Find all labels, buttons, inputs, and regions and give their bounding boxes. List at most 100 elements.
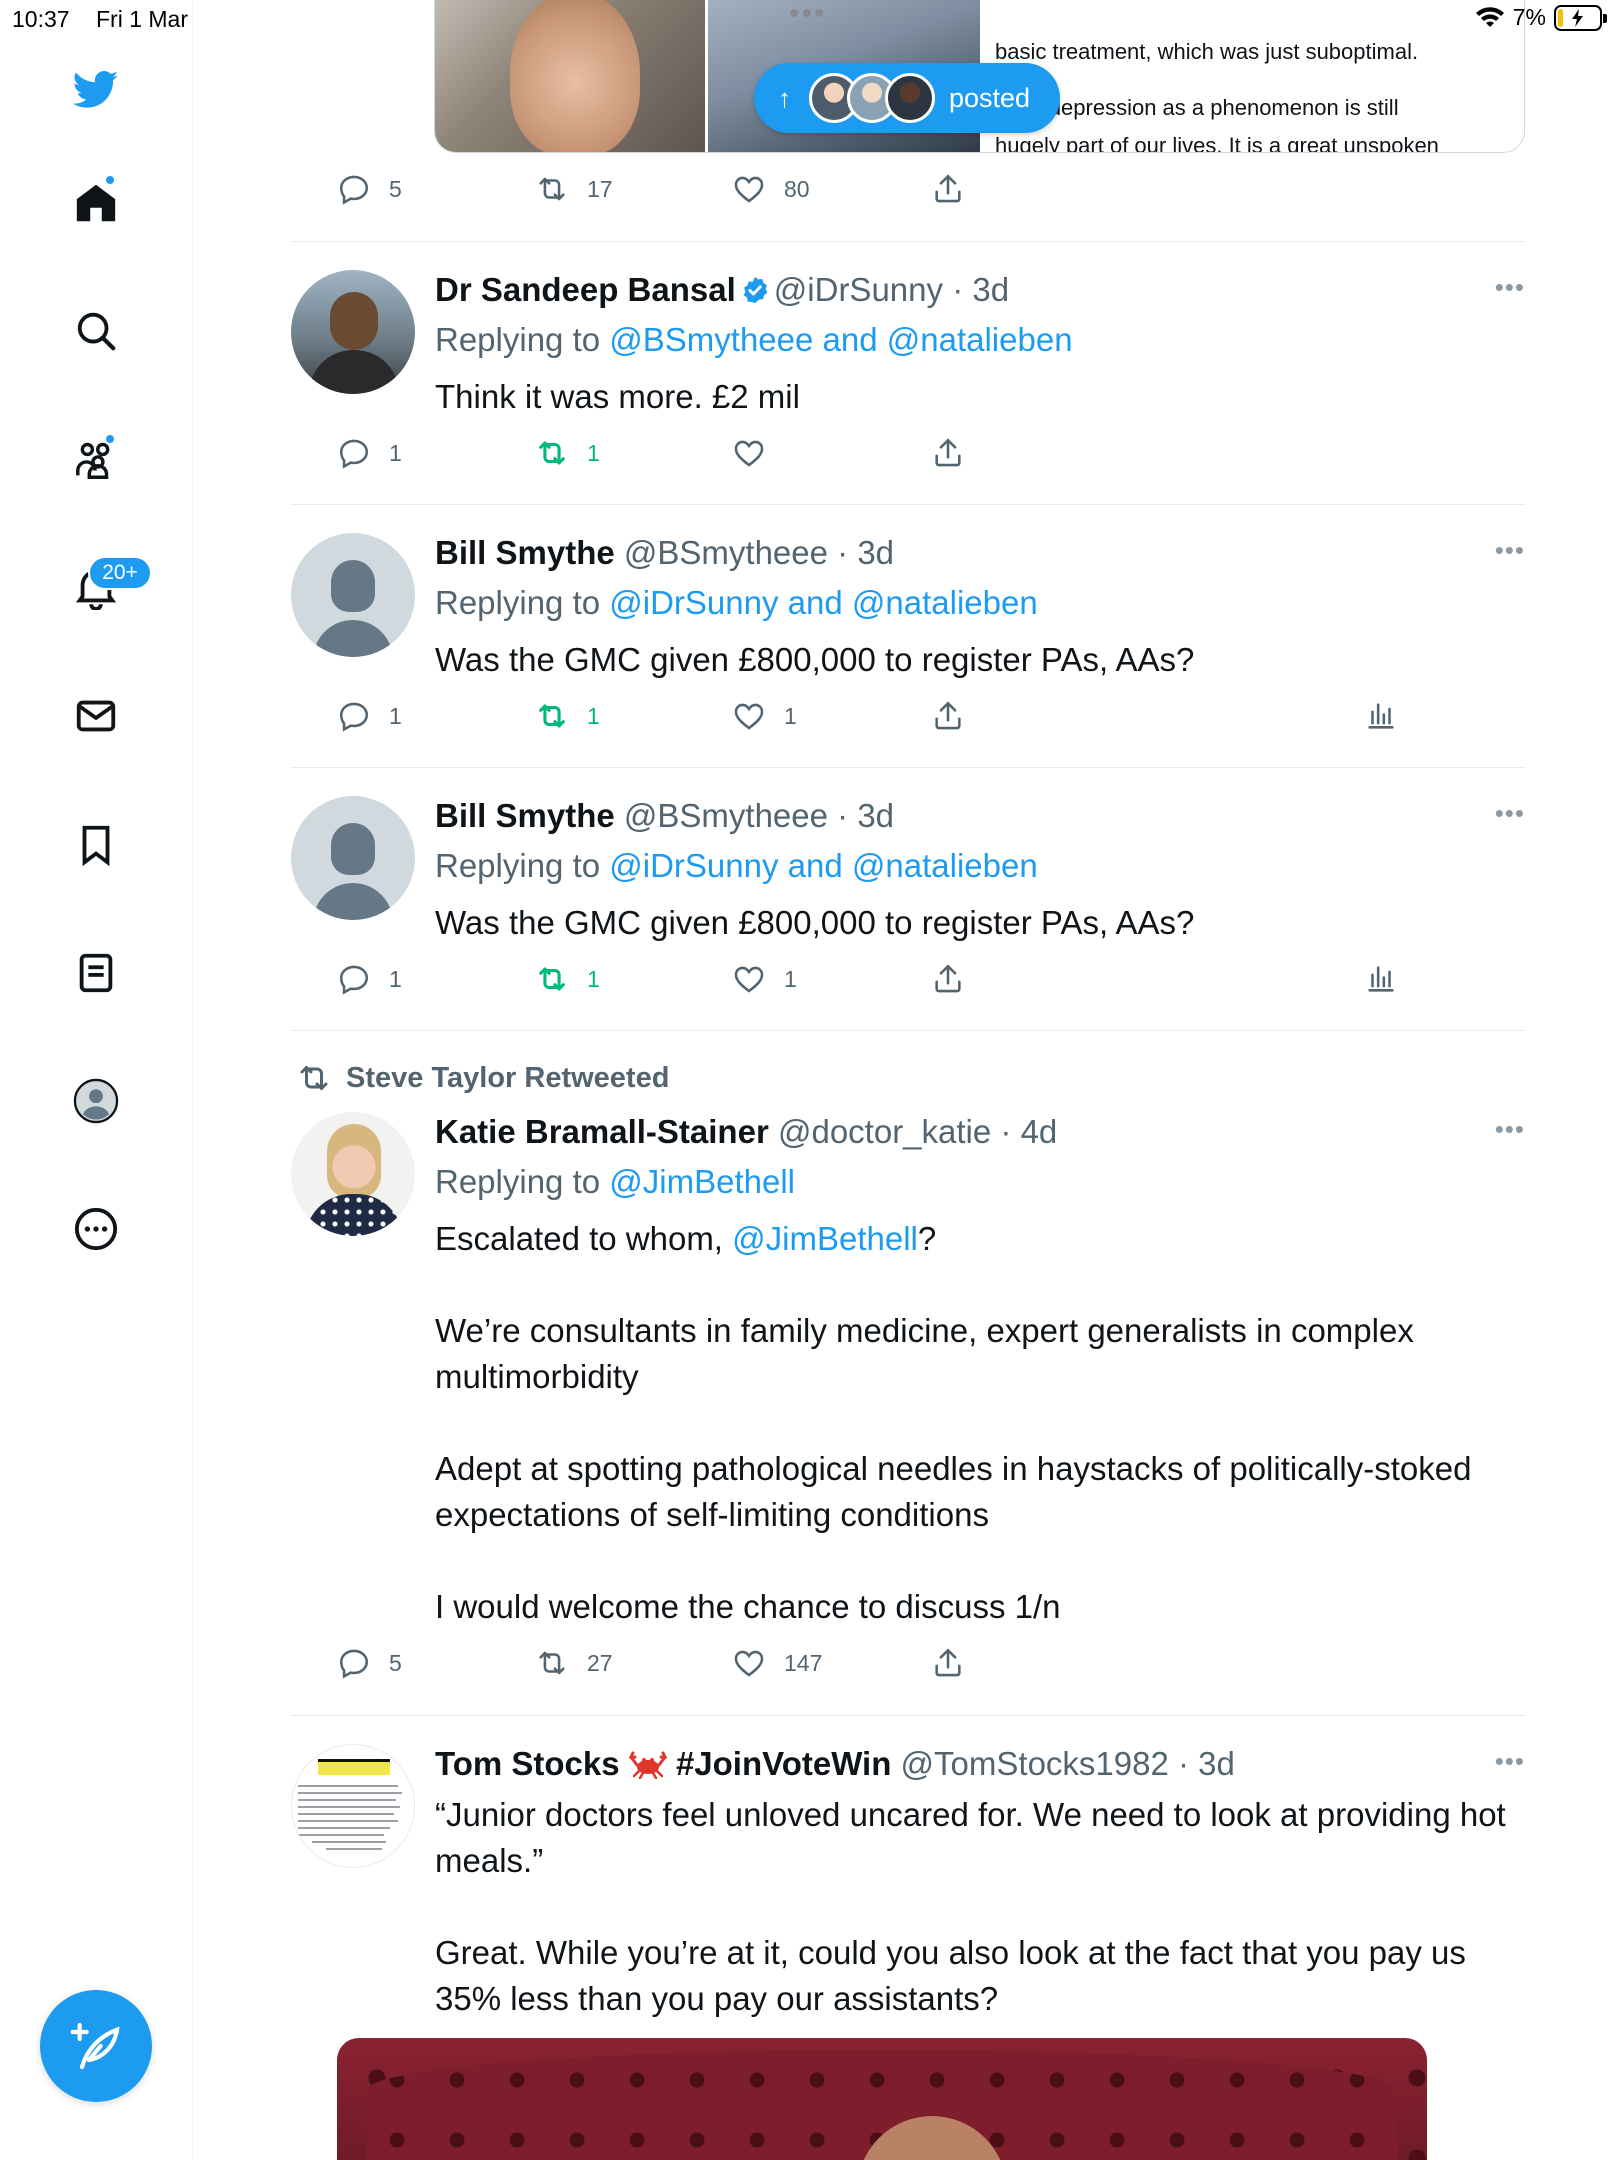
share-icon — [935, 701, 961, 730]
like-button[interactable]: 1 — [732, 699, 797, 733]
reply-button[interactable]: 1 — [337, 699, 402, 733]
quoted-tweet-text: basic treatment, which was just suboptim… — [995, 39, 1439, 153]
tweet-text: “Junior doctors feel unloved uncared for… — [435, 1796, 1506, 2017]
retweet-icon — [539, 967, 565, 991]
compose-tweet-button[interactable] — [40, 1990, 152, 2102]
avatar[interactable] — [291, 533, 415, 657]
author-name[interactable]: Dr Sandeep Bansal — [435, 271, 736, 308]
view-analytics-button[interactable] — [1364, 699, 1398, 733]
retweet-button[interactable]: 1 — [535, 962, 600, 996]
mention-link[interactable]: @JimBethell — [732, 1220, 918, 1257]
more-options-icon[interactable]: ••• — [1495, 1114, 1525, 1145]
communities-icon[interactable] — [71, 433, 121, 485]
tweet-header: Dr Sandeep Bansal @iDrSunny · 3d — [435, 270, 1525, 310]
tweet-text: Was the GMC given £800,000 to register P… — [435, 641, 1195, 678]
retweet-button[interactable]: 27 — [535, 1646, 613, 1680]
tweet-text: Was the GMC given £800,000 to register P… — [435, 904, 1195, 941]
document-thumbnail — [298, 1755, 410, 1859]
avatar[interactable] — [291, 1112, 415, 1236]
tweet-actions: 1 1 1 — [337, 962, 1427, 1002]
lists-icon[interactable] — [71, 948, 121, 998]
retweet-icon — [300, 1066, 328, 1090]
tweet-media-image[interactable] — [337, 2038, 1427, 2160]
battery-icon — [1554, 4, 1607, 31]
retweeted-by-label[interactable]: Steve Taylor Retweeted — [296, 1060, 669, 1096]
replying-to: Replying to @JimBethell — [435, 1163, 795, 1200]
arrow-up-icon: ↑ — [778, 82, 791, 113]
author-handle[interactable]: @TomStocks1982 — [901, 1745, 1169, 1782]
reply-icon — [339, 1649, 369, 1679]
author-handle[interactable]: @doctor_katie — [778, 1113, 991, 1150]
replying-to-link[interactable]: @iDrSunny and @natalieben — [609, 847, 1037, 884]
author-name[interactable]: Bill Smythe — [435, 797, 615, 834]
retweet-button[interactable]: 1 — [535, 699, 600, 733]
avatar[interactable] — [291, 270, 415, 394]
divider — [291, 241, 1525, 242]
tweet-actions: 1 1 — [337, 436, 1427, 476]
author-name[interactable]: Tom Stocks — [435, 1745, 620, 1782]
twitter-logo-icon[interactable] — [71, 64, 121, 114]
author-name[interactable]: Katie Bramall-Stainer — [435, 1113, 769, 1150]
replying-to-link[interactable]: @BSmytheee and @natalieben — [609, 321, 1072, 358]
replying-to-link[interactable]: @iDrSunny and @natalieben — [609, 584, 1037, 621]
share-button[interactable] — [931, 699, 965, 733]
retweet-button[interactable]: 17 — [535, 172, 613, 206]
bookmarks-icon[interactable] — [71, 820, 121, 870]
reply-button[interactable]: 5 — [337, 172, 402, 206]
new-posts-pill[interactable]: ↑ posted — [754, 63, 1060, 133]
explore-icon[interactable] — [71, 306, 121, 356]
new-posts-label: posted — [949, 82, 1031, 113]
retweet-icon — [539, 177, 565, 201]
analytics-bars-icon — [1368, 966, 1394, 992]
reply-button[interactable]: 1 — [337, 436, 402, 470]
verified-badge-icon — [743, 276, 768, 304]
reply-icon — [339, 965, 369, 995]
more-options-icon[interactable] — [71, 1204, 121, 1254]
more-options-icon[interactable]: ••• — [1495, 1746, 1525, 1777]
replying-to-link[interactable]: @JimBethell — [609, 1163, 795, 1200]
like-button[interactable] — [732, 436, 784, 470]
feather-plus-icon — [70, 2022, 120, 2070]
more-options-icon[interactable]: ••• — [1495, 535, 1525, 566]
share-button[interactable] — [931, 172, 965, 206]
retweet-icon — [539, 704, 565, 728]
share-icon — [935, 964, 961, 993]
communities-unread-dot — [104, 433, 116, 445]
more-options-icon[interactable]: ••• — [1495, 272, 1525, 303]
more-options-icon[interactable]: ••• — [1495, 798, 1525, 829]
multitasking-dots-icon[interactable]: ••• — [789, 0, 827, 29]
tweet-time: · 3d — [952, 271, 1010, 308]
notifications-badge: 20+ — [88, 556, 152, 590]
retweet-button[interactable]: 1 — [535, 436, 600, 470]
home-icon[interactable] — [71, 174, 121, 228]
like-button[interactable]: 80 — [732, 172, 810, 206]
status-bar: 10:37 Fri 1 Mar ••• 7% — [0, 0, 1620, 40]
share-button[interactable] — [931, 962, 965, 996]
share-button[interactable] — [931, 1646, 965, 1680]
author-handle[interactable]: @BSmytheee — [624, 534, 828, 571]
reply-button[interactable]: 5 — [337, 1646, 402, 1680]
tweet-time: · 3d — [837, 797, 895, 834]
tweet-time: · 4d — [1000, 1113, 1058, 1150]
poster-avatars — [809, 73, 935, 123]
tweet-actions: 1 1 1 — [337, 699, 1427, 739]
heart-icon — [734, 440, 764, 467]
author-handle[interactable]: @iDrSunny — [774, 271, 943, 308]
like-button[interactable]: 147 — [732, 1646, 822, 1680]
tweet-text: Escalated to whom, @JimBethell? We’re co… — [435, 1220, 1472, 1625]
share-button[interactable] — [931, 436, 965, 470]
retweet-icon — [539, 1651, 565, 1675]
profile-avatar-icon[interactable] — [71, 1076, 121, 1126]
battery-percent: 7% — [1512, 4, 1546, 30]
reply-button[interactable]: 1 — [337, 962, 402, 996]
avatar[interactable] — [291, 796, 415, 920]
author-name[interactable]: Bill Smythe — [435, 534, 615, 571]
replying-to: Replying to @BSmytheee and @natalieben — [435, 321, 1073, 358]
messages-envelope-icon[interactable] — [71, 691, 121, 741]
sidebar: 20+ — [0, 0, 193, 2160]
author-handle[interactable]: @BSmytheee — [624, 797, 828, 834]
view-analytics-button[interactable] — [1364, 962, 1398, 996]
share-icon — [935, 438, 961, 467]
like-button[interactable]: 1 — [732, 962, 797, 996]
avatar[interactable] — [291, 1744, 415, 1868]
